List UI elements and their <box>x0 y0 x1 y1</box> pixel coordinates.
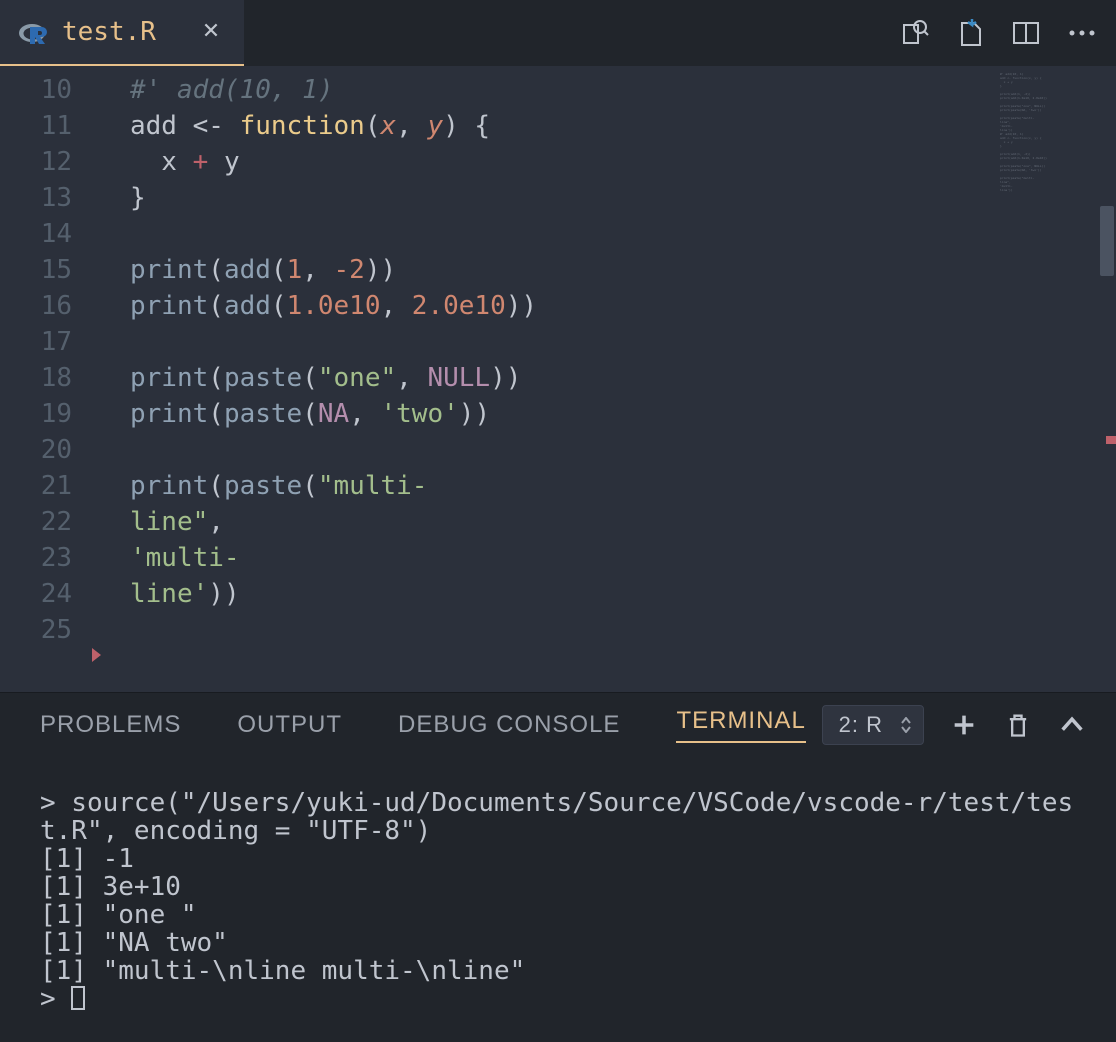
line-number: 13 <box>0 180 90 216</box>
code-line[interactable]: line')) <box>130 576 986 612</box>
panel-tab-terminal[interactable]: TERMINAL <box>676 707 805 743</box>
minimap[interactable]: #' add(10, 1) add <- function(x, y) { x … <box>1000 72 1090 222</box>
new-terminal-icon[interactable] <box>950 711 978 739</box>
terminal-line: > <box>40 985 1076 1013</box>
editor-tab-filename: test.R <box>62 17 156 47</box>
dropdown-arrows-icon <box>901 717 911 733</box>
terminal-content[interactable]: > source("/Users/yuki-ud/Documents/Sourc… <box>0 757 1116 1042</box>
panel-actions: 2: R <box>822 693 1086 757</box>
terminal-line: [1] "multi-\nline multi-\nline" <box>40 957 1076 985</box>
code-content[interactable]: #' add(10, 1)add <- function(x, y) { x +… <box>130 72 986 648</box>
terminal-line: > source("/Users/yuki-ud/Documents/Sourc… <box>40 789 1076 845</box>
terminal-cursor <box>71 986 85 1010</box>
line-number: 22 <box>0 504 90 540</box>
code-line[interactable]: print(add(1, -2)) <box>130 252 986 288</box>
code-line[interactable]: print(add(1.0e10, 2.0e10)) <box>130 288 986 324</box>
line-number: 15 <box>0 252 90 288</box>
code-line[interactable] <box>130 612 986 648</box>
bottom-panel: PROBLEMS OUTPUT DEBUG CONSOLE TERMINAL 2… <box>0 692 1116 1042</box>
line-number: 20 <box>0 432 90 468</box>
line-number: 19 <box>0 396 90 432</box>
scrollbar-thumb[interactable] <box>1100 206 1114 276</box>
line-number: 24 <box>0 576 90 612</box>
code-line[interactable]: 'multi- <box>130 540 986 576</box>
terminal-selector[interactable]: 2: R <box>822 705 924 745</box>
code-line[interactable]: #' add(10, 1) <box>130 72 986 108</box>
open-changes-icon[interactable] <box>954 17 986 49</box>
fold-arrow-icon <box>92 648 101 662</box>
editor-tab[interactable]: test.R <box>0 0 244 66</box>
code-line[interactable] <box>130 324 986 360</box>
editor-actions <box>898 0 1106 66</box>
line-number: 23 <box>0 540 90 576</box>
line-number: 12 <box>0 144 90 180</box>
line-number: 21 <box>0 468 90 504</box>
code-line[interactable]: } <box>130 180 986 216</box>
code-line[interactable]: print(paste("multi- <box>130 468 986 504</box>
panel-tab-output[interactable]: OUTPUT <box>237 711 342 739</box>
panel-tabs: PROBLEMS OUTPUT DEBUG CONSOLE TERMINAL 2… <box>0 693 1116 757</box>
more-actions-icon[interactable] <box>1066 17 1098 49</box>
close-icon[interactable] <box>202 20 220 45</box>
line-number: 14 <box>0 216 90 252</box>
editor-scrollbar[interactable] <box>1098 66 1116 692</box>
panel-tab-problems[interactable]: PROBLEMS <box>40 711 181 739</box>
line-number: 10 <box>0 72 90 108</box>
editor-tab-bar: test.R <box>0 0 1116 66</box>
scrollbar-marker <box>1106 436 1116 444</box>
r-language-icon <box>18 16 50 48</box>
line-number: 25 <box>0 612 90 648</box>
line-number: 17 <box>0 324 90 360</box>
code-line[interactable]: print(paste("one", NULL)) <box>130 360 986 396</box>
terminal-line: [1] -1 <box>40 845 1076 873</box>
terminal-line: [1] "one " <box>40 901 1076 929</box>
compare-changes-icon[interactable] <box>898 17 930 49</box>
code-line[interactable]: print(paste(NA, 'two')) <box>130 396 986 432</box>
line-number: 11 <box>0 108 90 144</box>
line-number: 16 <box>0 288 90 324</box>
code-editor[interactable]: 10111213141516171819202122232425 #' add(… <box>0 66 1116 692</box>
line-number: 18 <box>0 360 90 396</box>
kill-terminal-icon[interactable] <box>1004 711 1032 739</box>
terminal-selector-label: 2: R <box>839 712 883 738</box>
panel-tab-debug[interactable]: DEBUG CONSOLE <box>398 711 620 739</box>
maximize-panel-icon[interactable] <box>1058 711 1086 739</box>
code-line[interactable]: line", <box>130 504 986 540</box>
split-editor-icon[interactable] <box>1010 17 1042 49</box>
code-line[interactable]: add <- function(x, y) { <box>130 108 986 144</box>
terminal-line: [1] 3e+10 <box>40 873 1076 901</box>
code-line[interactable] <box>130 432 986 468</box>
code-line[interactable]: x + y <box>130 144 986 180</box>
code-line[interactable] <box>130 216 986 252</box>
terminal-line: [1] "NA two" <box>40 929 1076 957</box>
line-number-gutter: 10111213141516171819202122232425 <box>0 66 90 648</box>
